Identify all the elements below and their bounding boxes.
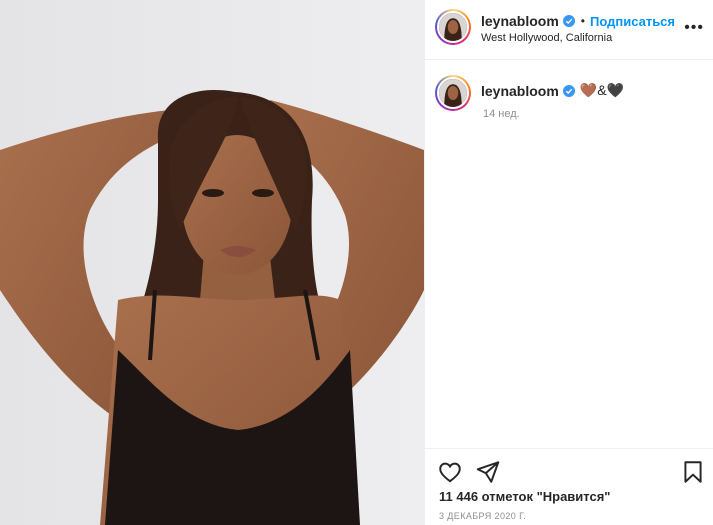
post-header: leynabloom • Подписаться West Hollywood,… bbox=[425, 0, 713, 60]
author-username[interactable]: leynabloom bbox=[481, 13, 559, 29]
author-avatar[interactable] bbox=[435, 9, 471, 45]
post-date[interactable]: 3 ДЕКАБРЯ 2020 Г. bbox=[439, 511, 526, 521]
avatar-image bbox=[439, 13, 467, 41]
caption-timestamp[interactable]: 14 нед. bbox=[483, 108, 520, 120]
bookmark-icon[interactable] bbox=[680, 459, 706, 485]
caption-text: 🤎&🖤 bbox=[579, 82, 624, 98]
more-options-icon[interactable]: ••• bbox=[684, 20, 704, 36]
likes-count[interactable]: 11 446 отметок "Нравится" bbox=[439, 489, 610, 504]
verified-badge-icon bbox=[562, 84, 575, 97]
post-footer: 11 446 отметок "Нравится" 3 ДЕКАБРЯ 2020… bbox=[425, 448, 713, 525]
post-details-panel: leynabloom • Подписаться West Hollywood,… bbox=[424, 0, 713, 525]
caption-row: leynabloom 🤎&🖤 bbox=[481, 82, 624, 99]
post-photo[interactable] bbox=[0, 0, 424, 525]
post-location[interactable]: West Hollywood, California bbox=[481, 32, 612, 44]
heart-icon[interactable] bbox=[437, 459, 463, 485]
avatar-image bbox=[439, 79, 467, 107]
separator-dot: • bbox=[580, 14, 585, 28]
portrait-image bbox=[0, 0, 424, 525]
header-title-row: leynabloom • Подписаться bbox=[481, 13, 675, 29]
caption-author-avatar[interactable] bbox=[435, 75, 471, 111]
paper-plane-icon[interactable] bbox=[475, 459, 501, 485]
verified-badge-icon bbox=[562, 15, 575, 27]
action-bar bbox=[437, 459, 501, 485]
caption-author-username[interactable]: leynabloom bbox=[481, 83, 559, 99]
follow-button[interactable]: Подписаться bbox=[590, 14, 675, 29]
